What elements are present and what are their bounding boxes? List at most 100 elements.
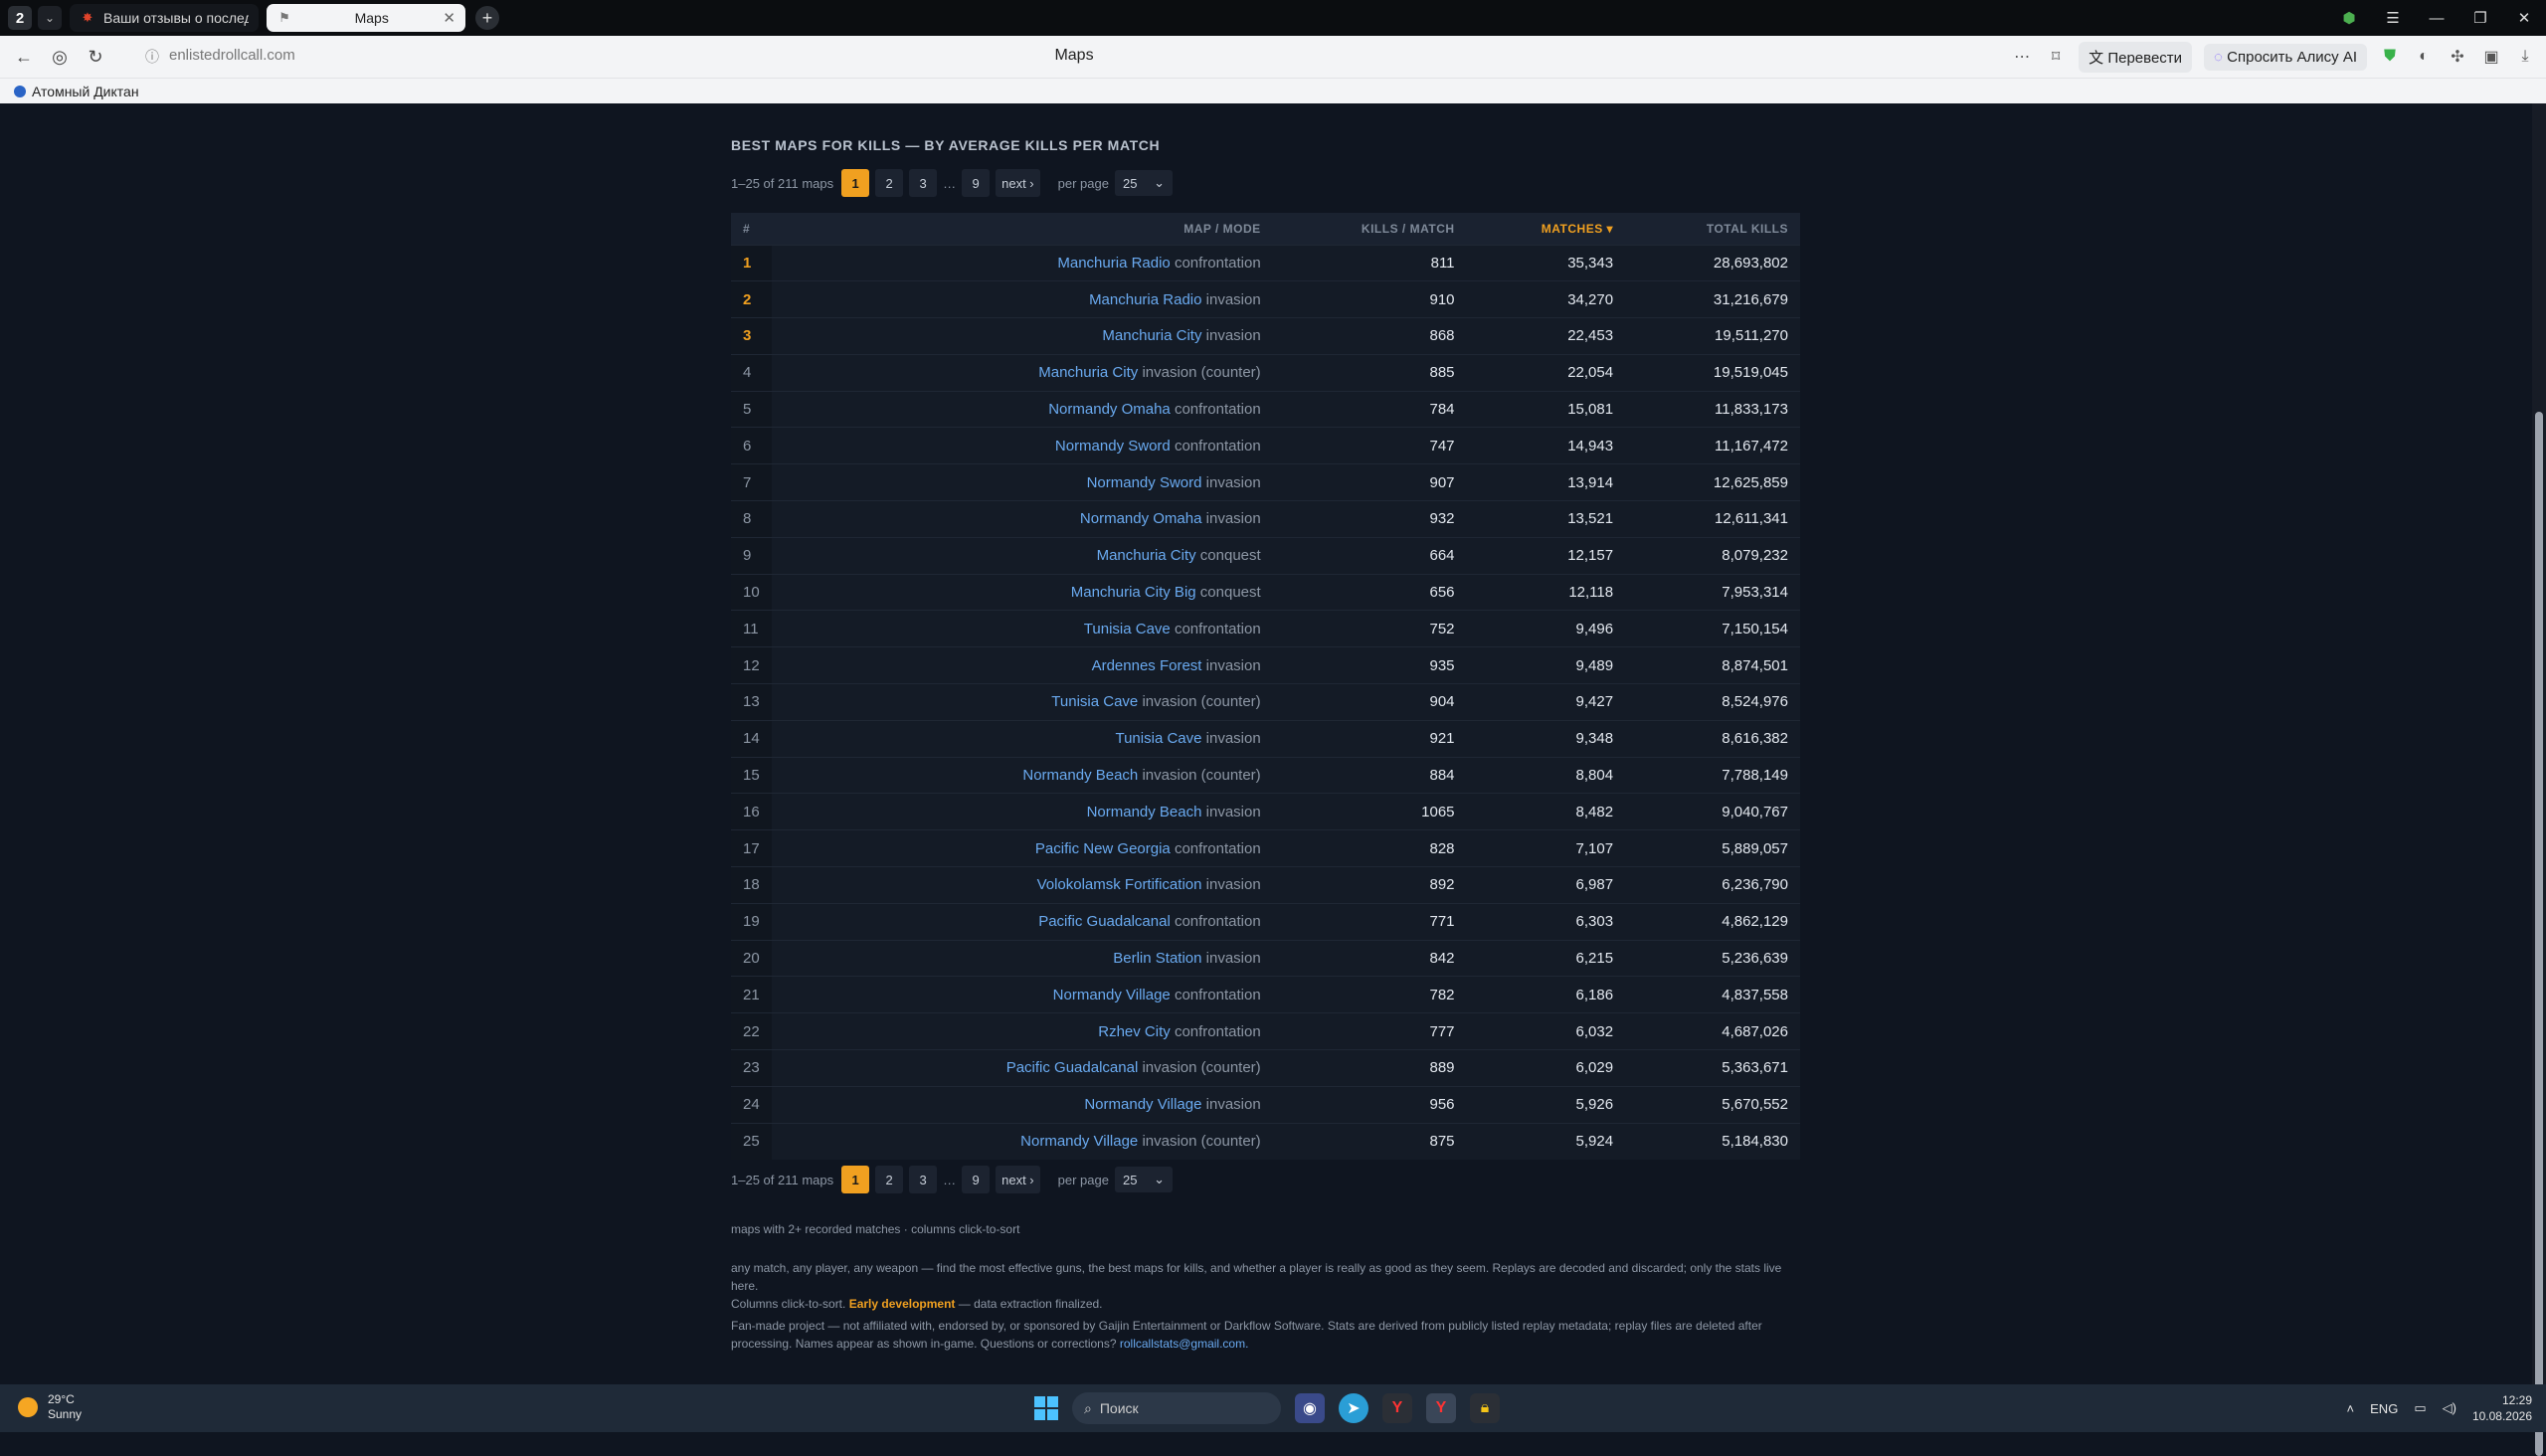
rank-cell: 22 <box>731 1012 772 1050</box>
tab-count-button[interactable]: 2 <box>8 6 32 30</box>
per-page-select[interactable]: 25 ⌄ <box>1114 170 1173 196</box>
col-map-mode[interactable]: MAP / MODE <box>772 213 1273 245</box>
map-link[interactable]: Rzhev City <box>1098 1023 1171 1040</box>
table-row: 7 Normandy Sword invasion 907 13,914 12,625,… <box>731 463 1800 501</box>
matches-cell: 5,926 <box>1575 1096 1614 1114</box>
pagination-top: 1–25 of 211 maps 1 2 3 … 9 next › per pa… <box>731 169 1173 197</box>
map-link[interactable]: Normandy Beach <box>1022 767 1138 784</box>
tab-reviews[interactable]: ✸ Ваши отзывы о последн <box>70 4 259 32</box>
close-tab-icon[interactable]: ✕ <box>443 9 455 27</box>
scrollbar-thumb[interactable] <box>2535 412 2543 1456</box>
page-1-button[interactable]: 1 <box>841 1166 870 1193</box>
tabs-dropdown-icon[interactable]: ⌄ <box>38 6 62 30</box>
map-mode-cell: Tunisia Cave invasion <box>772 720 1273 757</box>
yandex-browser-icon[interactable]: Y <box>1382 1393 1412 1423</box>
page-2-button[interactable]: 2 <box>875 169 904 197</box>
matches-cell: 8,482 <box>1575 803 1614 820</box>
bookmark-icon[interactable]: ⌑ <box>2045 47 2067 67</box>
map-link[interactable]: Ardennes Forest <box>1092 657 1202 674</box>
map-link[interactable]: Manchuria City <box>1097 547 1196 564</box>
per-page-select[interactable]: 25 ⌄ <box>1114 1167 1173 1192</box>
tray-expand-icon[interactable]: ˄ <box>2347 1401 2355 1416</box>
map-mode-cell: Normandy Sword confrontation <box>772 428 1273 464</box>
page-3-button[interactable]: 3 <box>909 169 938 197</box>
menu-icon[interactable]: ☰ <box>2371 9 2415 27</box>
network-icon[interactable]: ▭ <box>2414 1400 2426 1416</box>
col-kills-per-match[interactable]: KILLS / MATCH <box>1273 213 1467 245</box>
col-matches[interactable]: MATCHES ▾ <box>1467 213 1626 245</box>
more-icon[interactable]: ⋯ <box>2011 47 2033 67</box>
extension-icon[interactable]: ◐ <box>2413 48 2435 66</box>
download-icon[interactable]: ⤓ <box>2514 48 2536 66</box>
map-link[interactable]: Pacific New Georgia <box>1035 840 1171 857</box>
mode-label: invasion (counter) <box>1142 1059 1261 1077</box>
kills-per-match-cell: 747 <box>1429 437 1455 455</box>
map-link[interactable]: Tunisia Cave <box>1115 730 1201 747</box>
shield-status-icon[interactable]: ⬢ <box>2327 9 2371 27</box>
map-link[interactable]: Manchuria Radio <box>1057 255 1170 272</box>
map-link[interactable]: Normandy Village <box>1020 1133 1138 1150</box>
taskbar-search[interactable]: ⌕ Поиск <box>1072 1392 1281 1424</box>
close-window-icon[interactable]: ✕ <box>2502 9 2546 27</box>
page-1-button[interactable]: 1 <box>841 169 870 197</box>
kills-per-match-cell: 752 <box>1429 620 1455 637</box>
map-link[interactable]: Normandy Omaha <box>1080 510 1202 527</box>
collections-icon[interactable]: ▣ <box>2480 47 2502 67</box>
map-link[interactable]: Manchuria City <box>1038 364 1138 381</box>
col-total-kills[interactable]: TOTAL KILLS <box>1625 213 1800 245</box>
start-windows-icon[interactable] <box>1034 1396 1058 1420</box>
pager-ellipsis: … <box>943 1172 957 1187</box>
vpn-lock-icon[interactable]: 🔒︎ <box>1470 1393 1500 1423</box>
map-link[interactable]: Volokolamsk Fortification <box>1037 876 1202 893</box>
matches-cell: 9,489 <box>1575 656 1614 674</box>
yandex-active-icon[interactable]: Y <box>1426 1393 1456 1423</box>
page-2-button[interactable]: 2 <box>875 1166 904 1193</box>
map-link[interactable]: Pacific Guadalcanal <box>1006 1059 1139 1076</box>
puzzle-icon[interactable]: ✣ <box>2447 47 2468 67</box>
matches-cell: 6,186 <box>1575 986 1614 1003</box>
map-link[interactable]: Pacific Guadalcanal <box>1038 913 1171 930</box>
map-link[interactable]: Normandy Village <box>1084 1096 1201 1113</box>
translate-button[interactable]: 文 Перевести <box>2079 41 2193 73</box>
telegram-icon[interactable]: ➤ <box>1339 1393 1368 1423</box>
address-bar: ← ◎ ↻ ⓘ enlistedrollcall.com Maps ⋯ ⌑ 文 … <box>0 36 2546 78</box>
map-link[interactable]: Tunisia Cave <box>1051 693 1138 710</box>
page-3-button[interactable]: 3 <box>909 1166 938 1193</box>
map-link[interactable]: Berlin Station <box>1113 950 1201 967</box>
volume-icon[interactable]: ◁) <box>2443 1400 2456 1416</box>
next-page-button[interactable]: next › <box>996 1166 1040 1193</box>
map-link[interactable]: Normandy Omaha <box>1048 401 1171 418</box>
bookmark-item[interactable]: Атомный Диктан <box>14 84 139 99</box>
mode-label: invasion <box>1205 656 1261 674</box>
page-scrollbar[interactable] <box>2532 103 2546 1456</box>
col-rank[interactable]: # <box>731 213 772 245</box>
pager-range: 1–25 of 211 maps <box>731 175 834 191</box>
weather-widget[interactable]: 29°C Sunny <box>18 1392 82 1422</box>
matches-cell: 22,453 <box>1567 327 1614 345</box>
page-last-button[interactable]: 9 <box>962 1166 991 1193</box>
restore-icon[interactable]: ❐ <box>2458 9 2502 27</box>
map-link[interactable]: Normandy Sword <box>1055 438 1171 455</box>
map-link[interactable]: Tunisia Cave <box>1084 621 1171 637</box>
page-last-button[interactable]: 9 <box>962 169 991 197</box>
map-mode-cell: Normandy Omaha invasion <box>772 501 1273 538</box>
next-page-button[interactable]: next › <box>996 169 1040 197</box>
translate-icon: 文 <box>2089 49 2104 67</box>
copilot-icon[interactable]: ◉ <box>1295 1393 1325 1423</box>
map-link[interactable]: Manchuria City <box>1102 327 1201 344</box>
map-link[interactable]: Normandy Beach <box>1087 804 1202 820</box>
adblock-shield-icon[interactable]: ⛊ <box>2379 48 2401 66</box>
map-link[interactable]: Normandy Sword <box>1087 474 1202 491</box>
contact-email-link[interactable]: rollcallstats@gmail.com. <box>1120 1337 1249 1351</box>
rank-cell: 21 <box>731 976 772 1013</box>
tab-maps[interactable]: ⚑ Maps ✕ <box>267 4 465 32</box>
map-link[interactable]: Manchuria City Big <box>1071 584 1196 601</box>
minimize-icon[interactable]: — <box>2415 10 2458 27</box>
clock[interactable]: 12:29 10.08.2026 <box>2472 1392 2532 1424</box>
map-link[interactable]: Normandy Village <box>1053 987 1171 1003</box>
rank-cell: 14 <box>731 720 772 758</box>
new-tab-button[interactable]: + <box>475 6 499 30</box>
language-indicator[interactable]: ENG <box>2370 1401 2398 1416</box>
map-link[interactable]: Manchuria Radio <box>1089 291 1201 308</box>
alice-button[interactable]: ◌ Спросить Алису AI <box>2204 43 2367 71</box>
